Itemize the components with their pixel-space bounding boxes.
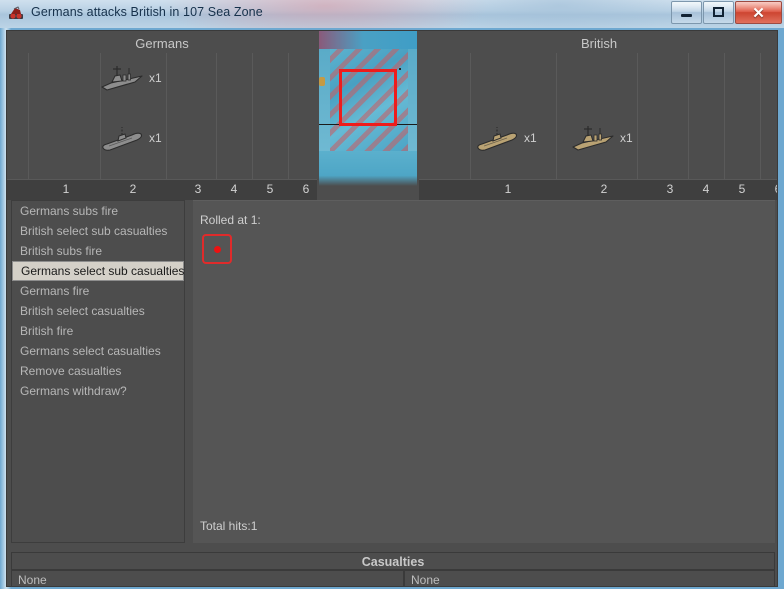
battle-middle: Germans subs fire British select sub casu… — [7, 200, 777, 549]
defender-title: British — [580, 36, 618, 51]
unit-count: x1 — [149, 71, 162, 85]
battle-icon — [9, 6, 23, 19]
column-number: 5 — [738, 182, 746, 196]
battle-step-item[interactable]: Germans subs fire — [12, 201, 184, 221]
battle-step-item[interactable]: Germans select casualties — [12, 341, 184, 361]
die-roll-1 — [202, 234, 232, 264]
battle-step-item[interactable]: British select casualties — [12, 301, 184, 321]
adjacent-territory — [319, 77, 325, 86]
defender-panel: British x1 x1 — [419, 31, 777, 179]
unit-count: x1 — [149, 131, 162, 145]
unit-submarine[interactable]: x1 — [474, 123, 537, 153]
unit-destroyer[interactable]: x1 — [570, 123, 633, 153]
column-number: 2 — [129, 182, 137, 196]
column-number: 3 — [666, 182, 674, 196]
maximize-icon — [713, 7, 724, 17]
grid-separator — [288, 53, 289, 179]
sea-zone-selection-rect — [339, 69, 397, 126]
grid-separator — [166, 53, 167, 179]
column-number: 1 — [504, 182, 512, 196]
map-thumbnail-top-band — [319, 31, 417, 49]
column-number: 6 — [768, 182, 777, 196]
window-title: Germans attacks British in 107 Sea Zone — [31, 5, 263, 19]
battle-window: Germans attacks British in 107 Sea Zone … — [0, 0, 784, 589]
column-number: 6 — [302, 182, 310, 196]
submarine-icon — [102, 127, 143, 151]
die-pip — [213, 245, 221, 253]
grid-separator — [724, 53, 725, 179]
grid-separator — [556, 53, 557, 179]
sea-band-right — [408, 49, 417, 151]
submarine-icon — [477, 127, 518, 151]
minimize-button[interactable] — [671, 1, 702, 24]
casualties-header: Casualties — [11, 552, 775, 570]
grid-separator — [216, 53, 217, 179]
unit-submarine[interactable]: x1 — [99, 123, 162, 153]
attacker-casualties-value[interactable]: None — [11, 570, 404, 586]
unit-count: x1 — [620, 131, 633, 145]
attacker-title: Germans — [135, 36, 189, 51]
units-row: Germans x1 x1 British x1 x1 1 2 3 4 5 6 … — [7, 31, 777, 200]
destroyer-icon — [572, 126, 614, 151]
battle-step-item[interactable]: British fire — [12, 321, 184, 341]
battle-step-item[interactable]: Germans fire — [12, 281, 184, 301]
close-icon: ✕ — [752, 4, 765, 22]
sea-band-left — [319, 49, 330, 151]
column-number: 2 — [600, 182, 608, 196]
grid-separator — [637, 53, 638, 179]
grid-separator — [28, 53, 29, 179]
casualties-block: Casualties None None — [11, 552, 775, 586]
battle-content: Germans x1 x1 British x1 x1 1 2 3 4 5 6 … — [6, 30, 778, 587]
attacker-panel: Germans x1 x1 — [7, 31, 317, 179]
column-number: 5 — [266, 182, 274, 196]
minimize-icon — [681, 14, 692, 17]
map-thumbnail-bottom-band — [319, 151, 417, 186]
dice-panel: Rolled at 1: Total hits:1 — [193, 200, 775, 543]
map-marker — [399, 68, 401, 70]
grid-separator — [470, 53, 471, 179]
column-number: 4 — [230, 182, 238, 196]
battle-step-item[interactable]: Germans select sub casualties — [12, 261, 184, 281]
grid-separator — [252, 53, 253, 179]
battle-step-item[interactable]: Remove casualties — [12, 361, 184, 381]
defender-casualties-value[interactable]: None — [404, 570, 775, 586]
grid-separator — [688, 53, 689, 179]
maximize-button[interactable] — [703, 1, 734, 24]
grid-separator — [760, 53, 761, 179]
unit-destroyer[interactable]: x1 — [99, 63, 162, 93]
column-number: 4 — [702, 182, 710, 196]
destroyer-icon — [101, 66, 143, 91]
battle-step-item[interactable]: British subs fire — [12, 241, 184, 261]
battle-step-item[interactable]: British select sub casualties — [12, 221, 184, 241]
attacker-column-numbers: 1 2 3 4 5 6 — [7, 179, 317, 200]
total-hits-label: Total hits:1 — [200, 519, 258, 533]
close-button[interactable]: ✕ — [735, 1, 782, 24]
title-bar[interactable]: Germans attacks British in 107 Sea Zone … — [0, 0, 784, 28]
battle-step-item[interactable]: Germans withdraw? — [12, 381, 184, 401]
rolled-at-label: Rolled at 1: — [200, 213, 261, 227]
titlebar-glow-secondary — [430, 0, 690, 28]
unit-count: x1 — [524, 131, 537, 145]
column-number: 3 — [194, 182, 202, 196]
battle-steps-list[interactable]: Germans subs fire British select sub casu… — [11, 200, 185, 543]
defender-column-numbers: 1 2 3 4 5 6 — [419, 179, 777, 200]
window-controls: ✕ — [670, 1, 782, 24]
column-number: 1 — [62, 182, 70, 196]
